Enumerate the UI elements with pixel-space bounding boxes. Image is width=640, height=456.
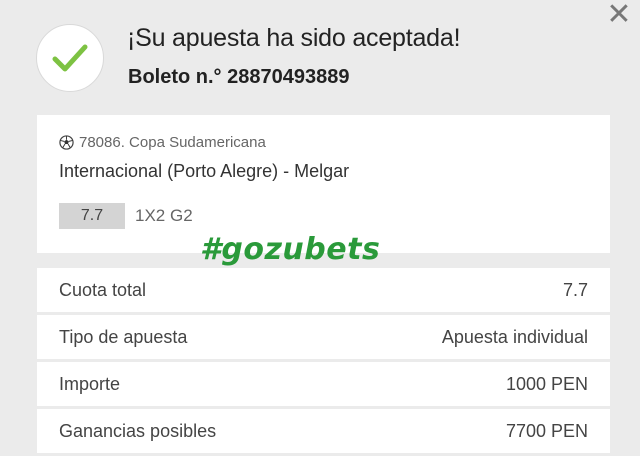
summary-value: 7.7 <box>562 279 588 300</box>
summary-row-potential-winnings: Ganancias posibles 7700 PEN <box>37 409 610 453</box>
ticket-number: Boleto n.° 28870493889 <box>128 66 350 88</box>
summary-label: Importe <box>59 373 121 394</box>
summary-value: 7700 PEN <box>505 420 588 441</box>
watermark-text: #gozubets <box>200 232 381 267</box>
summary-row-amount: Importe 1000 PEN <box>37 362 610 406</box>
odd-badge: 7.7 <box>59 203 125 229</box>
match-name: Internacional (Porto Alegre) - Melgar <box>59 161 350 181</box>
summary-row-total-odds: Cuota total 7.7 <box>37 268 610 312</box>
close-icon[interactable]: ✕ <box>606 0 632 30</box>
success-check-icon <box>36 24 104 92</box>
league-line: 78086. Copa Sudamericana <box>59 134 266 151</box>
market-label: 1X2 G2 <box>135 206 193 225</box>
summary-label: Cuota total <box>59 279 147 300</box>
summary-label: Tipo de apuesta <box>59 326 188 347</box>
summary-label: Ganancias posibles <box>59 420 217 441</box>
summary-value: Apuesta individual <box>441 326 588 347</box>
soccer-ball-icon <box>59 135 74 150</box>
confirmation-title: ¡Su apuesta ha sido aceptada! <box>127 24 461 52</box>
bet-summary: Cuota total 7.7 Tipo de apuesta Apuesta … <box>37 268 610 456</box>
summary-row-bet-type: Tipo de apuesta Apuesta individual <box>37 315 610 359</box>
league-name: 78086. Copa Sudamericana <box>79 134 266 151</box>
summary-value: 1000 PEN <box>505 373 588 394</box>
